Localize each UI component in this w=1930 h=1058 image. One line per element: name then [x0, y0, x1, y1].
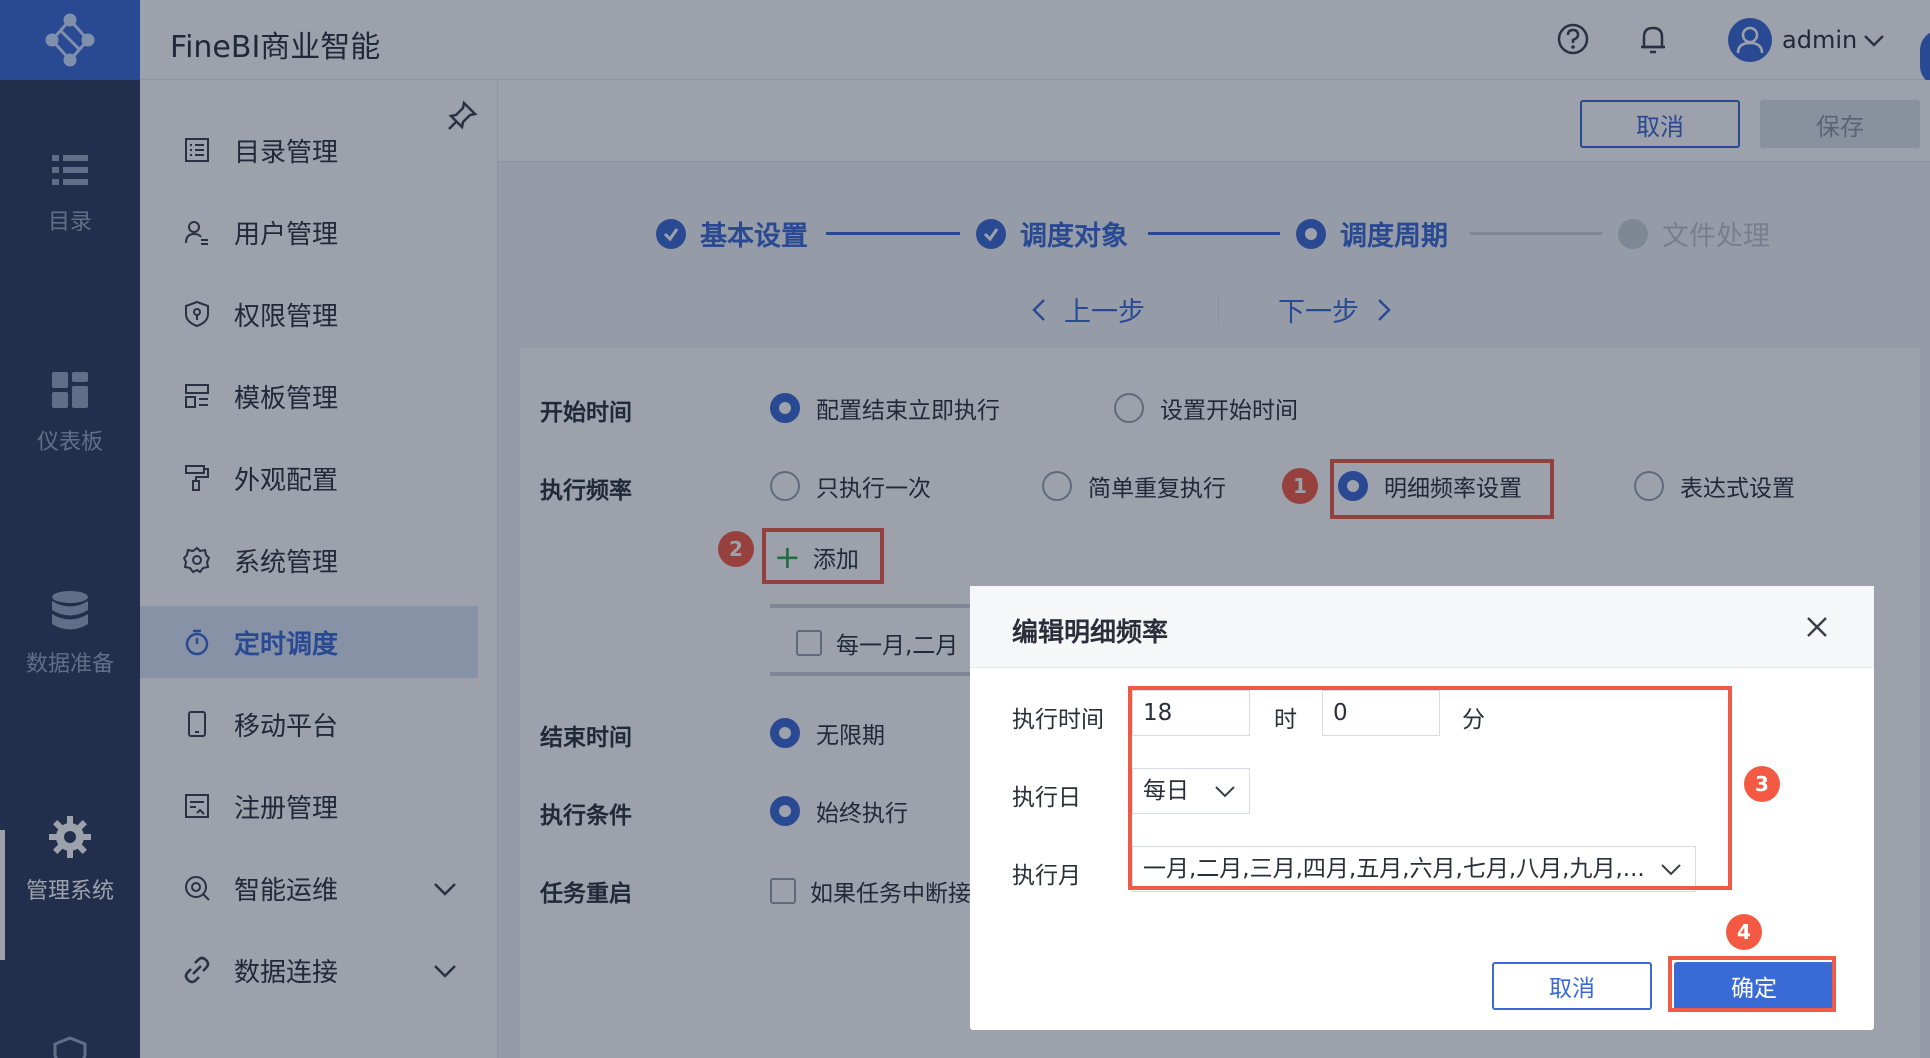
- hour-input[interactable]: 18: [1132, 690, 1250, 736]
- exec-day-select[interactable]: 每日: [1132, 768, 1250, 814]
- step-badge: 3: [1744, 766, 1780, 802]
- exec-day-label: 执行日: [1012, 785, 1081, 811]
- close-icon[interactable]: [1804, 614, 1830, 640]
- dialog-confirm-button[interactable]: 确定: [1674, 962, 1834, 1010]
- chevron-down-icon: [1215, 786, 1235, 798]
- exec-month-value: 一月,二月,三月,四月,五月,六月,七月,八月,九月,...: [1143, 856, 1645, 882]
- dialog-title: 编辑明细频率: [1012, 618, 1169, 648]
- exec-month-label: 执行月: [1012, 863, 1081, 889]
- step-badge: 4: [1726, 914, 1762, 950]
- dialog-header: 编辑明细频率: [970, 586, 1874, 668]
- hour-unit: 时: [1274, 707, 1297, 733]
- chevron-down-icon: [1659, 857, 1683, 881]
- exec-day-value: 每日: [1143, 778, 1189, 804]
- minute-input[interactable]: 0: [1322, 690, 1440, 736]
- dialog-cancel-button[interactable]: 取消: [1492, 962, 1652, 1010]
- exec-month-select[interactable]: 一月,二月,三月,四月,五月,六月,七月,八月,九月,...: [1132, 846, 1696, 892]
- exec-time-label: 执行时间: [1012, 707, 1104, 733]
- edit-frequency-dialog: 编辑明细频率 执行时间 18 时 0 分 执行日 每日 执行月 一月,二月,三月…: [970, 586, 1874, 1030]
- minute-unit: 分: [1462, 707, 1485, 733]
